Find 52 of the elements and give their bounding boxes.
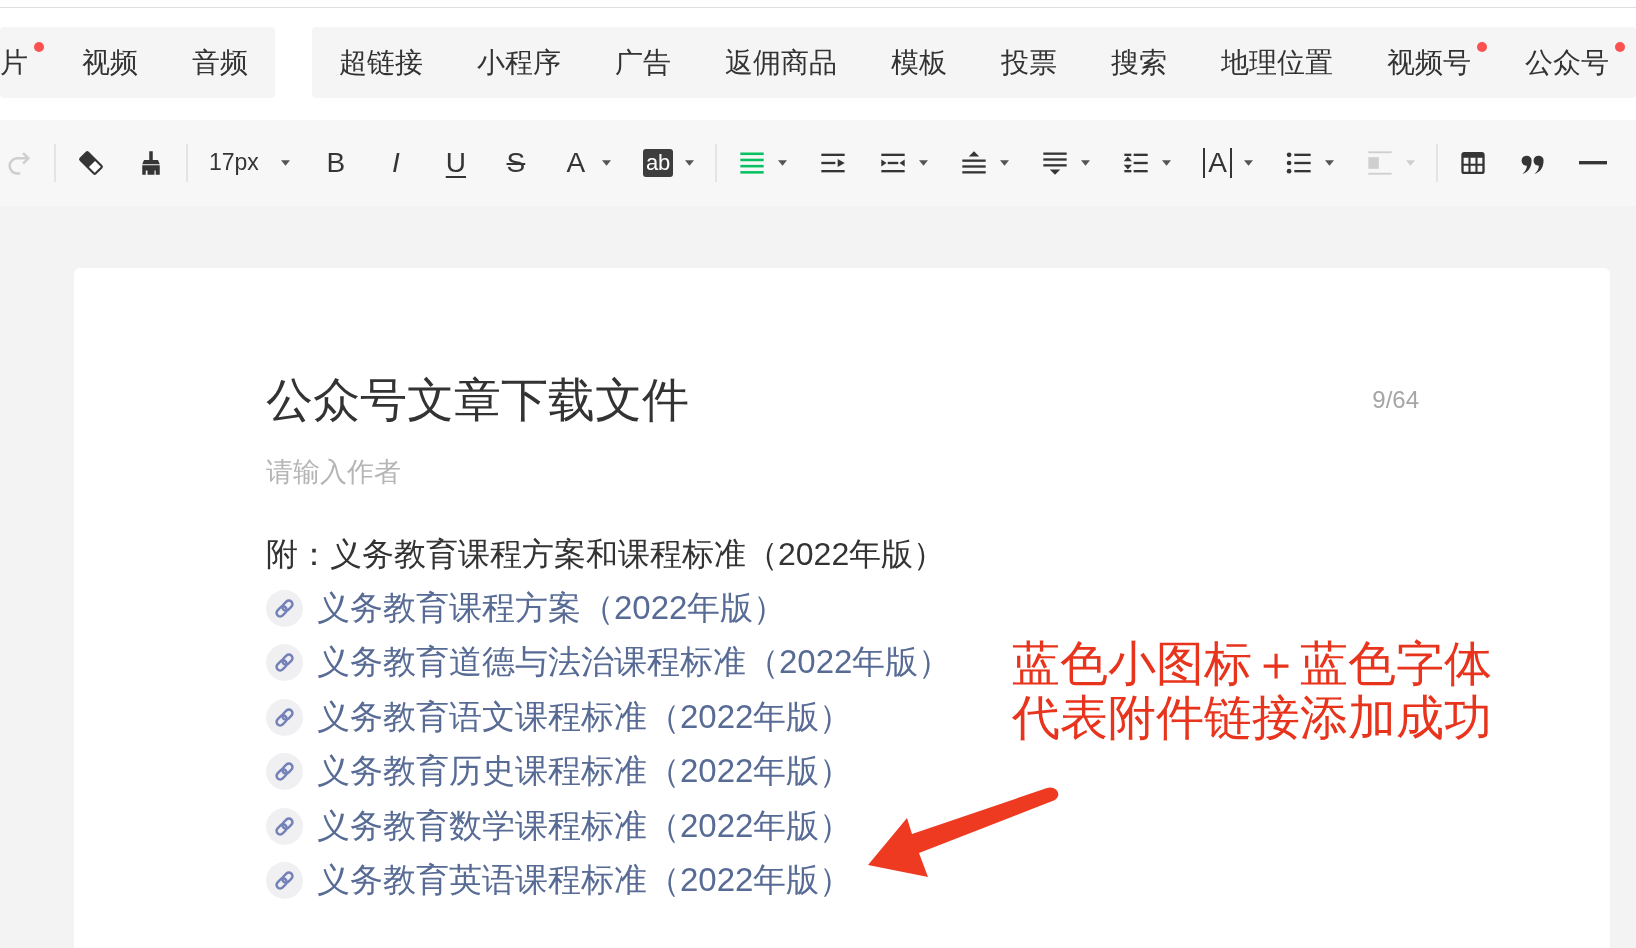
attachment-link[interactable]: 义务教育道德与法治课程标准（2022年版） — [317, 641, 952, 685]
insert-menu-item[interactable]: 公众号 — [1498, 27, 1636, 98]
title-counter: 9/64 — [1372, 386, 1419, 414]
insert-menu-item[interactable]: 广告 — [588, 27, 698, 98]
underline-button[interactable]: U — [425, 140, 486, 186]
caret-icon — [1406, 160, 1416, 166]
link-icon — [266, 589, 303, 627]
attachment-link[interactable]: 义务教育英语课程标准（2022年版） — [317, 859, 853, 903]
insert-menu-item[interactable]: 超链接 — [312, 27, 450, 98]
caret-icon — [601, 160, 611, 166]
caret-icon — [1081, 160, 1091, 166]
annotation-text: 蓝色小图标＋蓝色字体 代表附件链接添加成功 — [1012, 637, 1492, 745]
strikethrough-button[interactable]: S — [485, 140, 546, 186]
insert-menu-item[interactable]: 地理位置 — [1194, 27, 1360, 98]
letter-spacing-button[interactable]: A — [1187, 140, 1270, 186]
bold-button[interactable]: B — [305, 140, 366, 186]
attachment-link[interactable]: 义务教育数学课程标准（2022年版） — [317, 804, 853, 848]
insert-menu-item[interactable]: 小程序 — [450, 27, 588, 98]
insert-menu-item[interactable]: 返佣商品 — [698, 27, 864, 98]
link-icon — [266, 698, 303, 736]
insert-menu-item[interactable]: 音频 — [165, 27, 275, 98]
author-field[interactable]: 请输入作者 — [266, 452, 686, 492]
insert-menu-item[interactable]: 视频 — [55, 27, 165, 98]
caret-icon — [1325, 160, 1335, 166]
space-before-icon — [960, 149, 989, 177]
caret-icon — [778, 160, 788, 166]
insert-menu-item[interactable]: 搜索 — [1084, 27, 1194, 98]
link-icon — [266, 807, 303, 845]
link-icon — [266, 644, 303, 682]
attachment-link[interactable]: 义务教育历史课程标准（2022年版） — [317, 750, 853, 794]
italic-button[interactable]: I — [365, 140, 426, 186]
attachment-link[interactable]: 义务教育课程方案（2022年版） — [317, 586, 787, 630]
insert-menu-item[interactable]: 模板 — [864, 27, 974, 98]
caret-icon — [1162, 160, 1172, 166]
insert-menu-item[interactable]: 投票 — [974, 27, 1084, 98]
link-icon — [266, 862, 303, 900]
table-icon — [1459, 149, 1488, 177]
caret-icon — [280, 160, 290, 166]
highlight-button[interactable]: ab — [626, 140, 711, 186]
caret-icon — [1000, 160, 1010, 166]
caret-icon — [1244, 160, 1254, 166]
text-color-button[interactable]: A — [545, 140, 627, 186]
caret-icon — [685, 160, 695, 166]
title-field[interactable]: 公众号文章下载文件 — [266, 368, 1373, 432]
attachment-link[interactable]: 义务教育语文课程标准（2022年版） — [317, 695, 853, 739]
float-icon — [1366, 149, 1395, 177]
font-size-dropdown[interactable]: 17px — [193, 140, 306, 186]
insert-menu-item[interactable]: 视频号 — [1360, 27, 1498, 98]
link-icon — [266, 753, 303, 791]
insert-menu-item[interactable]: 片 — [0, 27, 55, 98]
body-text: 附：义务教育课程方案和课程标准（2022年版） — [266, 535, 946, 574]
caret-icon — [919, 160, 929, 166]
